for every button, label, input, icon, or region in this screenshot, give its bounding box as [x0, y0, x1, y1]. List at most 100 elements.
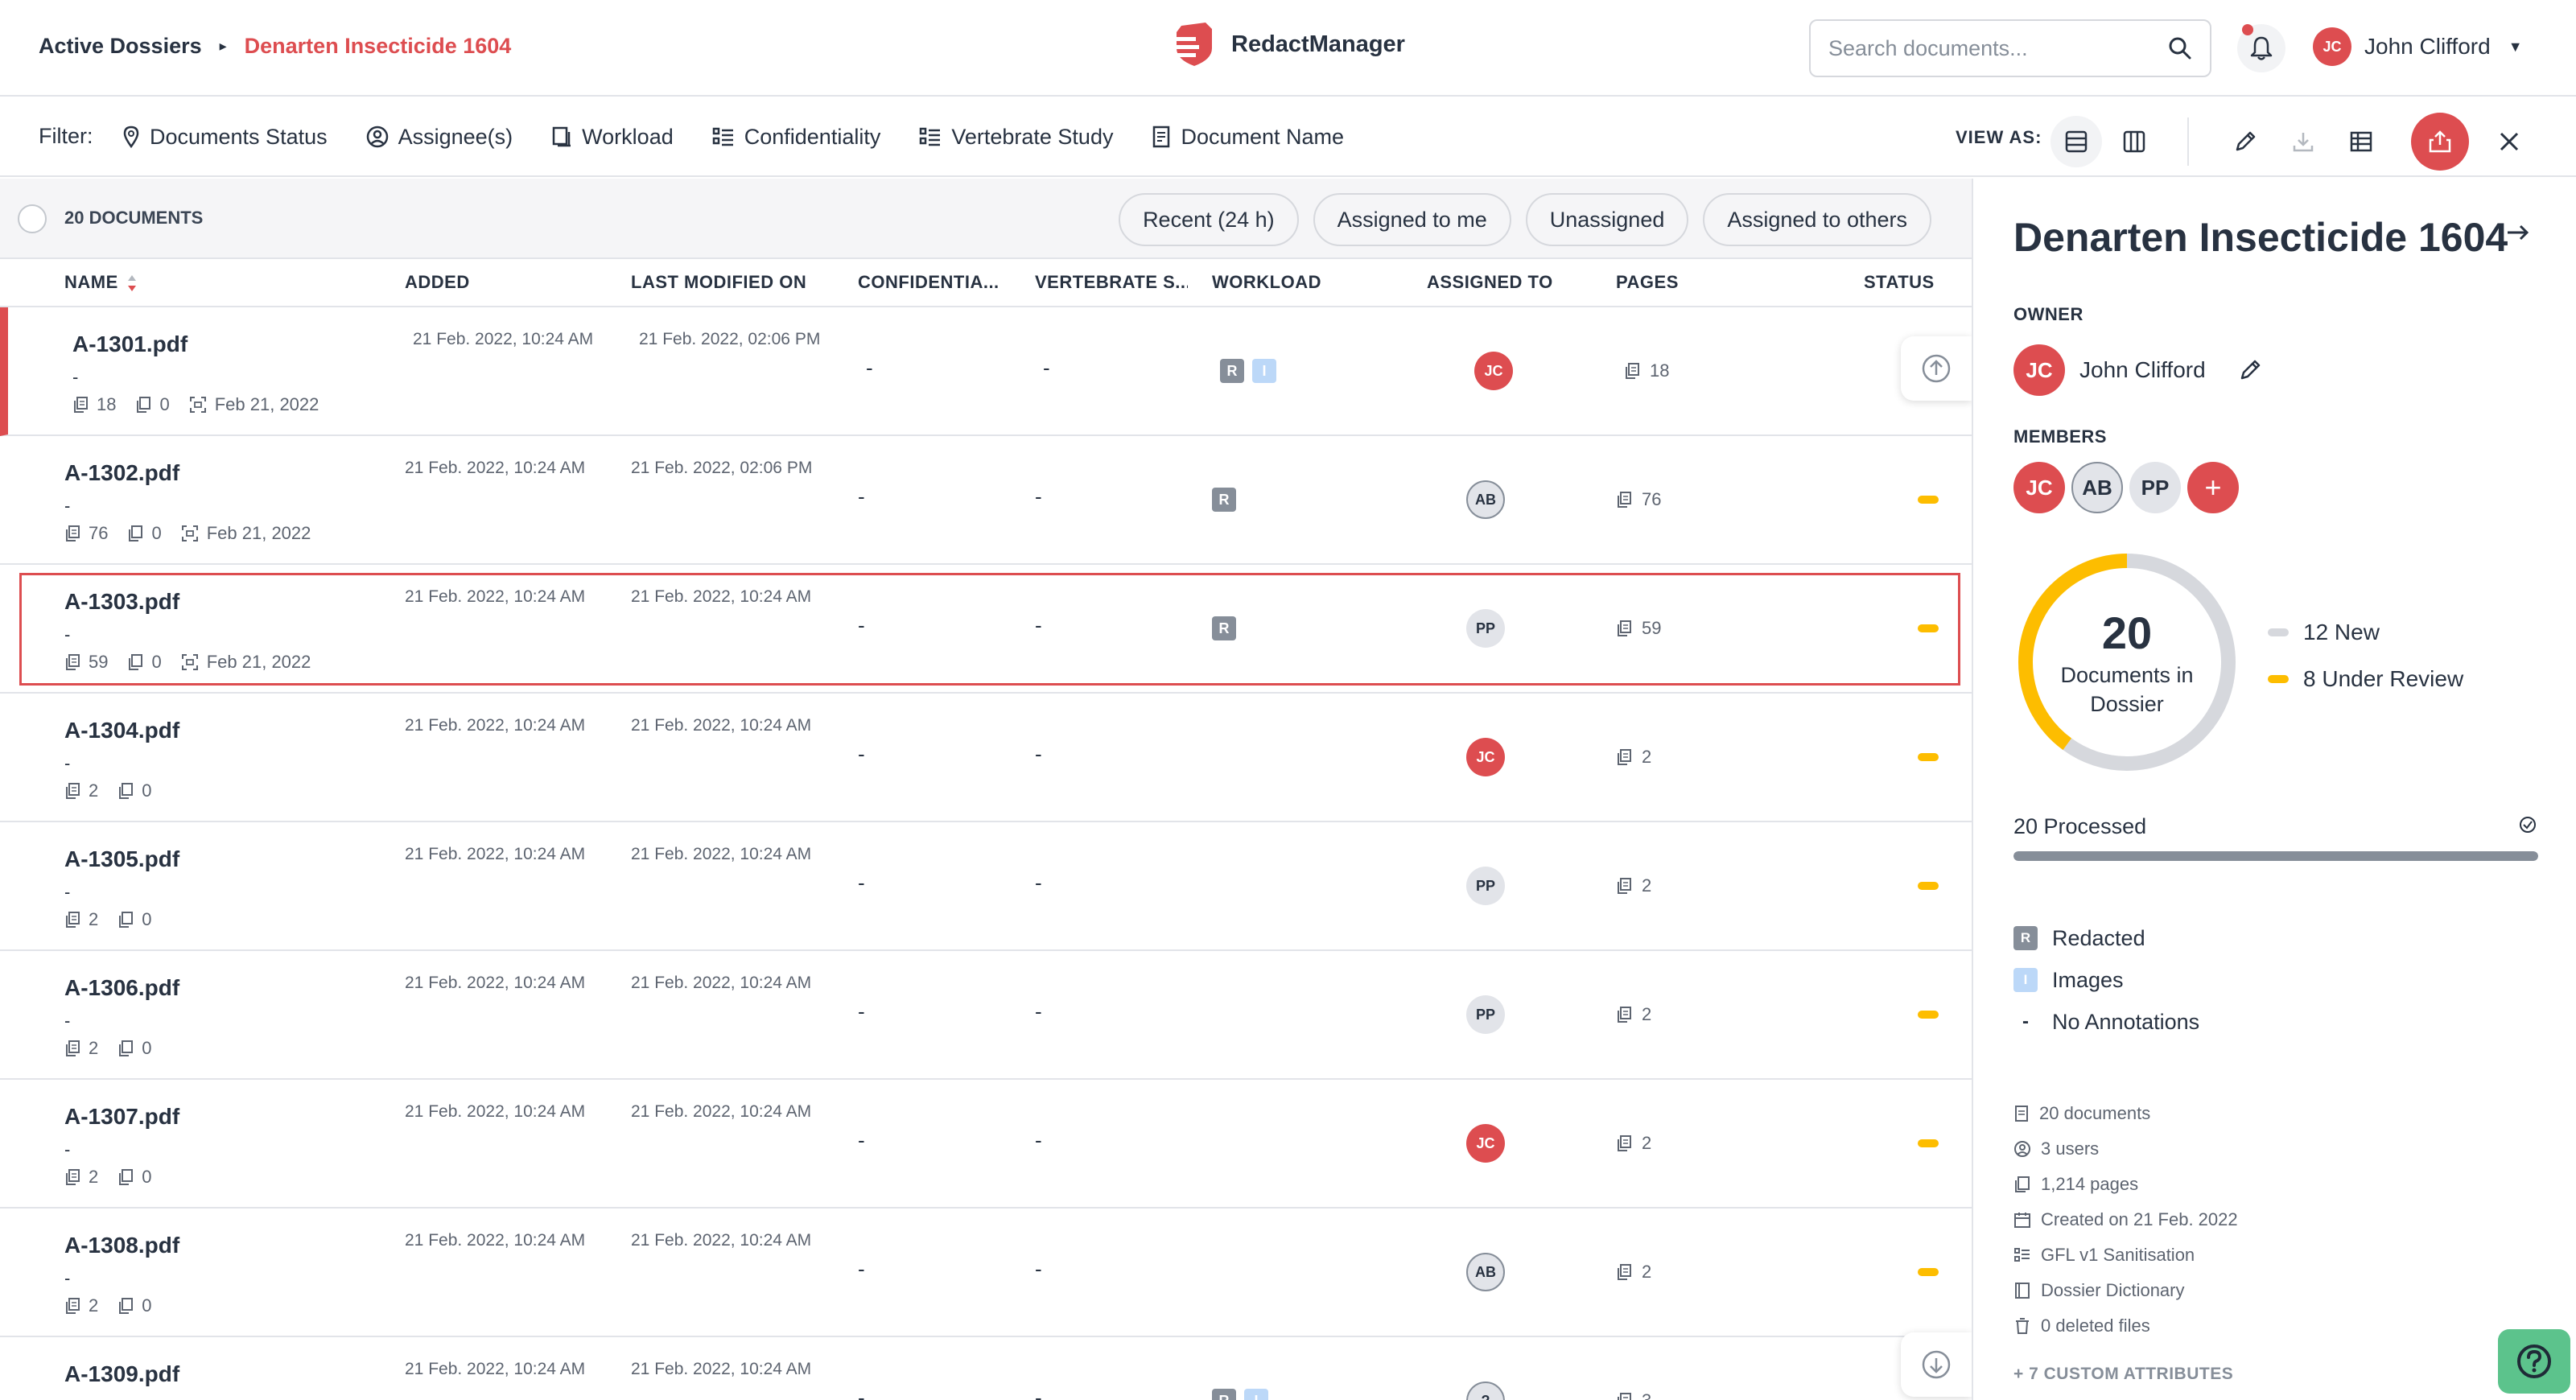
file-name[interactable]: A-1305.pdf	[64, 846, 179, 872]
close-button[interactable]	[2483, 116, 2535, 167]
filter-label-document-name: Document Name	[1181, 124, 1345, 149]
view-list-button[interactable]	[2050, 116, 2102, 167]
file-name[interactable]: A-1304.pdf	[64, 718, 179, 743]
column-added[interactable]: ADDED	[405, 272, 470, 293]
member-avatar[interactable]: JC	[2013, 462, 2065, 513]
help-button[interactable]	[2498, 1329, 2570, 1394]
table-row[interactable]: A-1305.pdf -2 0 21 Feb. 2022, 10:24 AM 21 Fe…	[0, 822, 1972, 951]
table-row[interactable]: A-1309.pdf - 21 Feb. 2022, 10:24 AM 21 Feb.…	[0, 1337, 1972, 1400]
column-assigned-to[interactable]: ASSIGNED TO	[1427, 272, 1553, 293]
search-icon[interactable]	[2168, 36, 2192, 60]
filter-confidentiality[interactable]: Confidentiality	[712, 121, 881, 153]
meta-excluded: 0	[117, 1038, 152, 1059]
add-member-button[interactable]: +	[2187, 462, 2239, 513]
notifications-button[interactable]	[2237, 24, 2285, 72]
upload-button[interactable]	[2411, 113, 2469, 171]
vertebrate-value: -	[1035, 1128, 1042, 1152]
pages-icon	[66, 1040, 80, 1056]
file-name[interactable]: A-1307.pdf	[64, 1104, 179, 1130]
breadcrumb-current-dossier[interactable]: Denarten Insecticide 1604	[245, 34, 512, 59]
modified-date: 21 Feb. 2022, 10:24 AM	[631, 587, 812, 606]
table-row[interactable]: A-1303.pdf -59 0 Feb 21, 2022 21 Feb. 2022, …	[0, 565, 1972, 694]
notification-dot	[2242, 24, 2253, 35]
assignee-avatar[interactable]: JC	[1466, 738, 1505, 776]
assignee-avatar[interactable]: JC	[1466, 1124, 1505, 1163]
legend-under-review[interactable]: 8 Under Review	[2268, 666, 2463, 692]
confidentiality-value: -	[858, 999, 865, 1023]
scroll-bottom-button[interactable]	[1901, 1332, 1972, 1397]
table-row[interactable]: A-1307.pdf -2 0 21 Feb. 2022, 10:24 AM 21 Fe…	[0, 1080, 1972, 1209]
search-input[interactable]	[1828, 35, 2168, 61]
file-name[interactable]: A-1309.pdf	[64, 1361, 179, 1387]
table-row[interactable]: A-1304.pdf -2 0 21 Feb. 2022, 10:24 AM 21 Fe…	[0, 694, 1972, 822]
ocr-scan-icon	[181, 525, 198, 541]
column-vertebrate-study[interactable]: VERTEBRATE S...	[1035, 272, 1188, 293]
assignee-avatar[interactable]: PP	[1466, 609, 1505, 648]
status-under-review-indicator	[1918, 1139, 1939, 1147]
stat-template-label: GFL v1 Sanitisation	[2041, 1245, 2195, 1265]
stat-created: Created on 21 Feb. 2022	[2013, 1202, 2238, 1237]
column-last-modified[interactable]: LAST MODIFIED ON	[631, 272, 806, 293]
file-meta: 20	[64, 1295, 171, 1316]
arrow-right-icon[interactable]	[2504, 220, 2532, 245]
download-button[interactable]	[2277, 116, 2329, 167]
column-workload[interactable]: WORKLOAD	[1212, 272, 1321, 293]
pencil-icon[interactable]	[2238, 358, 2262, 382]
column-confidentiality[interactable]: CONFIDENTIA...	[858, 272, 1011, 293]
assignee-avatar[interactable]: PP	[1466, 867, 1505, 905]
quick-filter-unassigned[interactable]: Unassigned	[1525, 193, 1689, 246]
panel-title: Denarten Insecticide 1604	[2013, 215, 2508, 260]
user-menu[interactable]: JC John Clifford ▼	[2313, 27, 2523, 66]
stat-dictionary[interactable]: Dossier Dictionary	[2013, 1273, 2238, 1308]
quick-filter-assigned-to-others[interactable]: Assigned to others	[1703, 193, 1931, 246]
quick-filter-assigned-to-me[interactable]: Assigned to me	[1313, 193, 1511, 246]
redacted-badge: R	[1212, 1389, 1236, 1400]
assignee-avatar[interactable]: AB	[1466, 1253, 1505, 1291]
filter-workload[interactable]: Workload	[551, 121, 674, 153]
excluded-pages-icon	[119, 1040, 134, 1056]
assignee-avatar[interactable]: ?	[1466, 1381, 1505, 1400]
table-row[interactable]: A-1301.pdf -18 0 Feb 21, 2022 21 Feb. 2022, …	[0, 307, 1972, 436]
member-avatar[interactable]: AB	[2071, 462, 2123, 513]
donut-label-line2: Dossier	[2090, 692, 2164, 716]
filter-documents-status[interactable]: Documents Status	[122, 121, 328, 153]
file-name[interactable]: A-1303.pdf	[64, 589, 179, 615]
stat-deleted[interactable]: 0 deleted files	[2013, 1308, 2238, 1344]
assignee-avatar[interactable]: PP	[1466, 995, 1505, 1034]
view-board-button[interactable]	[2108, 116, 2160, 167]
filter-document-name[interactable]: Document Name	[1152, 121, 1344, 153]
custom-attributes-link[interactable]: + 7 CUSTOM ATTRIBUTES	[2013, 1365, 2233, 1384]
table-row[interactable]: A-1302.pdf -76 0 Feb 21, 2022 21 Feb. 2022, …	[0, 436, 1972, 565]
select-all-checkbox[interactable]	[18, 204, 47, 233]
filter-vertebrate-study[interactable]: Vertebrate Study	[919, 121, 1113, 153]
file-subtitle: -	[64, 882, 71, 902]
table-row[interactable]: A-1306.pdf -2 0 21 Feb. 2022, 10:24 AM 21 Fe…	[0, 951, 1972, 1080]
legend-new[interactable]: 12 New	[2268, 620, 2463, 645]
column-name[interactable]: NAME	[64, 272, 138, 293]
table-row[interactable]: A-1308.pdf -2 0 21 Feb. 2022, 10:24 AM 21 Fe…	[0, 1209, 1972, 1337]
filter-label-confidentiality: Confidentiality	[744, 124, 881, 149]
assignee-avatar[interactable]: JC	[1474, 352, 1513, 390]
edit-dossier-button[interactable]	[2219, 116, 2271, 167]
quick-filter-recent[interactable]: Recent (24 h)	[1119, 193, 1299, 246]
member-avatar[interactable]: PP	[2129, 462, 2181, 513]
scroll-top-button[interactable]	[1901, 336, 1972, 401]
meta-excluded: 0	[127, 652, 162, 673]
report-button[interactable]	[2335, 116, 2387, 167]
column-pages[interactable]: PAGES	[1616, 272, 1679, 293]
file-name[interactable]: A-1306.pdf	[64, 975, 179, 1001]
assignee-avatar[interactable]: AB	[1466, 480, 1505, 519]
pages-icon	[66, 1298, 80, 1314]
filter-assignees[interactable]: Assignee(s)	[366, 121, 513, 153]
breadcrumb-active-dossiers[interactable]: Active Dossiers	[39, 34, 202, 59]
column-status[interactable]: STATUS	[1864, 272, 1935, 293]
app-logo[interactable]: RedactManager	[1170, 21, 1405, 68]
redacted-badge: R	[1212, 616, 1236, 640]
toolbar-divider	[2187, 117, 2189, 166]
file-name[interactable]: A-1301.pdf	[72, 331, 188, 357]
file-name[interactable]: A-1302.pdf	[64, 460, 179, 486]
confidentiality-value: -	[858, 484, 865, 509]
file-name[interactable]: A-1308.pdf	[64, 1233, 179, 1258]
legend-label-review: 8 Under Review	[2303, 666, 2464, 691]
pages-count: 2	[1616, 875, 1651, 896]
